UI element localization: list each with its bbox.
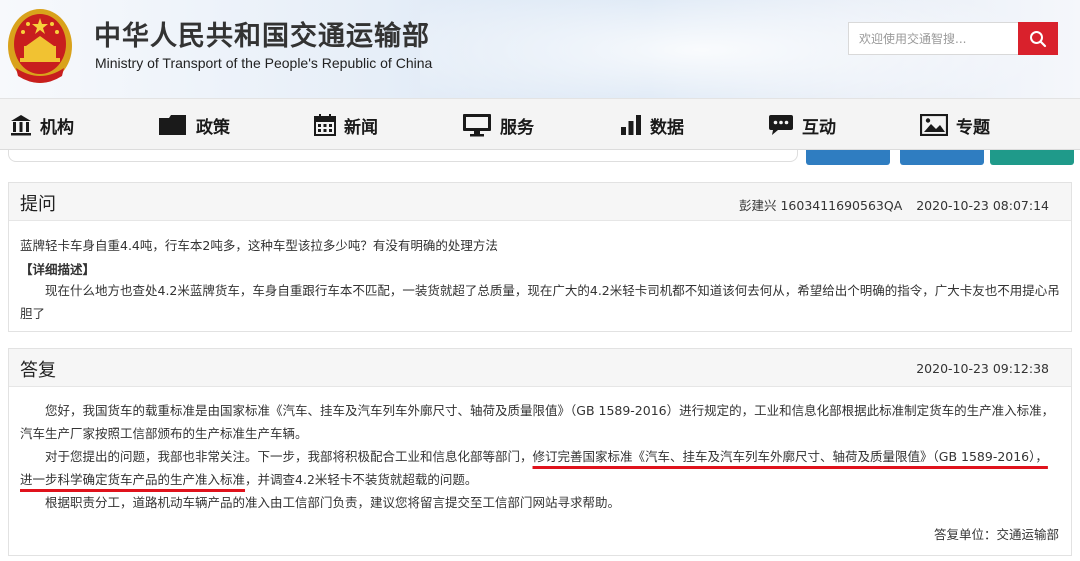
quick-link-tile[interactable]: [990, 150, 1074, 165]
detail-label: 【详细描述】: [20, 262, 96, 277]
nav-item-topics[interactable]: 专题: [920, 99, 990, 151]
question-author: 彭建兴: [738, 198, 777, 213]
question-heading: 提问: [20, 194, 56, 215]
nav-label: 服务: [500, 117, 534, 138]
nav-label: 新闻: [344, 117, 378, 138]
search-button[interactable]: [1018, 22, 1058, 55]
quick-link-tile[interactable]: [806, 150, 890, 165]
national-emblem-icon: [8, 9, 72, 83]
chat-bubble-icon: [768, 114, 794, 136]
reply-unit: 答复单位：交通运输部: [933, 527, 1059, 542]
nav-item-news[interactable]: 新闻: [314, 99, 378, 151]
quick-link-tile[interactable]: [900, 150, 984, 165]
scrolled-banner-edge: [8, 150, 798, 162]
search-input[interactable]: [848, 22, 1018, 55]
answer-paragraph-1: 您好，我国货车的载重标准是由国家标准《汽车、挂车及汽车列车外廓尺寸、轴荷及质量限…: [20, 403, 1055, 441]
answer-paragraph-3: 根据职责分工，道路机动车辆产品的准入由工信部门负责，建议您将留言提交至工信部门网…: [45, 495, 621, 510]
nav-item-institution[interactable]: 机构: [10, 99, 74, 151]
question-time: 2020-10-23 08:07:14: [916, 198, 1049, 213]
calendar-icon: [314, 114, 336, 136]
answer-heading: 答复: [20, 360, 56, 381]
monitor-icon: [462, 113, 492, 137]
question-detail: 现在什么地方也查处4.2米蓝牌货车，车身自重跟行车本不匹配，一装货就超了总质量，…: [20, 279, 1060, 325]
answer-panel-header: 答复 2020-10-23 09:12:38: [9, 349, 1071, 387]
question-code: 1603411690563QA: [780, 198, 903, 213]
answer-time: 2020-10-23 09:12:38: [916, 361, 1049, 376]
answer-p2-end: ，并调查4.2米轻卡不装货就超载的问题。: [245, 472, 478, 487]
main-nav: 机构 政策 新闻 服务 数据 互动 专题: [0, 98, 1080, 150]
nav-item-interaction[interactable]: 互动: [768, 99, 836, 151]
nav-label: 互动: [802, 117, 836, 138]
folder-icon: [158, 114, 188, 136]
nav-item-data[interactable]: 数据: [620, 99, 684, 151]
question-meta: 彭建兴 1603411690563QA 2020-10-23 08:07:14: [739, 195, 1049, 214]
nav-label: 数据: [650, 117, 684, 138]
nav-label: 机构: [40, 117, 74, 138]
search-icon: [1030, 30, 1047, 47]
question-title: 蓝牌轻卡车身自重4.4吨，行车本2吨多，这种车型该拉多少吨？有没有明确的处理方法: [20, 238, 498, 253]
answer-meta: 2020-10-23 09:12:38: [916, 361, 1049, 376]
nav-item-service[interactable]: 服务: [462, 99, 534, 151]
nav-label: 专题: [956, 117, 990, 138]
ministry-title-cn: 中华人民共和国交通运输部: [94, 21, 430, 52]
ministry-title-en: Ministry of Transport of the People's Re…: [95, 55, 433, 71]
question-panel: 提问 彭建兴 1603411690563QA 2020-10-23 08:07:1…: [8, 182, 1072, 332]
institution-icon: [10, 114, 32, 136]
picture-icon: [920, 114, 948, 136]
answer-p2-start: 对于您提出的问题，我部也非常关注。下一步，我部将积极配合工业和信息化部等部门，: [45, 449, 533, 464]
answer-panel: 答复 2020-10-23 09:12:38 您好，我国货车的载重标准是由国家标…: [8, 348, 1072, 556]
question-panel-header: 提问 彭建兴 1603411690563QA 2020-10-23 08:07:1…: [9, 183, 1071, 221]
bar-chart-icon: [620, 114, 642, 136]
nav-label: 政策: [196, 117, 230, 138]
answer-paragraph-2: 对于您提出的问题，我部也非常关注。下一步，我部将积极配合工业和信息化部等部门，修…: [20, 445, 1060, 491]
nav-item-policy[interactable]: 政策: [158, 99, 230, 151]
question-detail-line1: 现在什么地方也查处4.2米蓝牌货车，车身自重跟行车本不匹配，一装货就超了总质量，…: [45, 283, 1010, 298]
site-header: 中华人民共和国交通运输部 Ministry of Transport of th…: [0, 0, 1080, 98]
